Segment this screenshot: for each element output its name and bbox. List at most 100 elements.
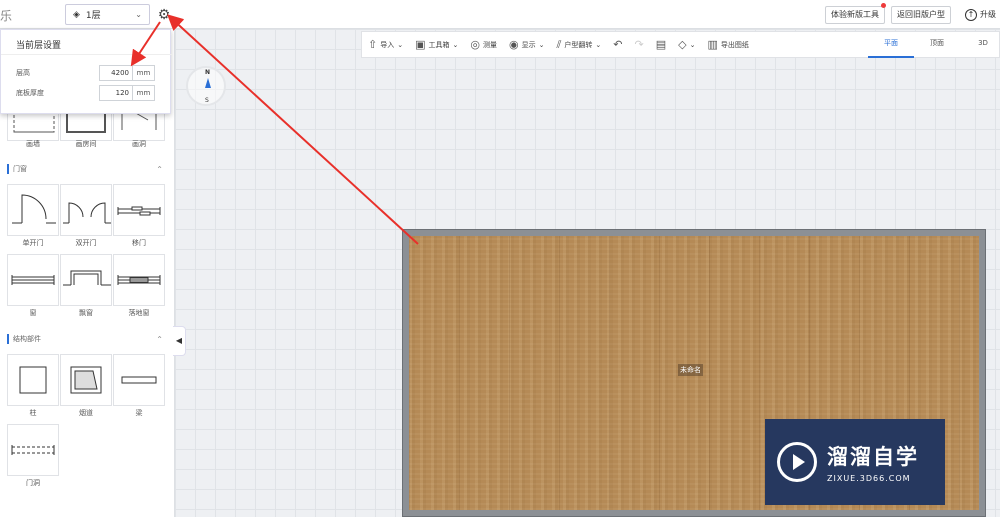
import-menu[interactable]: ⇧ 导入 ⌄ bbox=[362, 38, 409, 51]
watermark-en: ZIXUE.3D66.COM bbox=[827, 474, 911, 483]
upgrade-label: 升级 bbox=[980, 10, 996, 19]
notification-dot bbox=[881, 3, 886, 8]
view-tabs: 平面 顶面 3D bbox=[868, 31, 1000, 58]
double-door-tile[interactable] bbox=[60, 184, 112, 236]
watermark-cn: 溜溜自学 bbox=[827, 445, 919, 469]
floor-window-tile[interactable] bbox=[113, 254, 165, 306]
double-door-label: 双开门 bbox=[75, 239, 97, 247]
redo-icon: ↷ bbox=[634, 38, 644, 51]
floor-thickness-unit: mm bbox=[133, 85, 155, 101]
flue-icon bbox=[70, 366, 102, 394]
sliding-door-label: 移门 bbox=[132, 239, 146, 247]
back-old-button[interactable]: 返回旧版户型 bbox=[891, 6, 951, 24]
flip-label: 户型翻转 bbox=[564, 40, 593, 49]
floor-height-input[interactable]: 4200 bbox=[99, 65, 133, 81]
door-window-group-header[interactable]: 门窗 ⌃ bbox=[7, 164, 163, 174]
bay-window-tile[interactable] bbox=[60, 254, 112, 306]
toolbox-label: 工具箱 bbox=[428, 40, 450, 49]
draw-opening-label: 画洞 bbox=[132, 140, 146, 148]
chevron-down-icon: ⌄ bbox=[595, 40, 602, 49]
chevron-up-icon: ⌃ bbox=[156, 334, 163, 344]
upgrade-button[interactable]: ↑ 升级 bbox=[965, 6, 996, 24]
import-icon: ⇧ bbox=[368, 38, 378, 51]
chevron-down-icon: ⌄ bbox=[452, 40, 459, 49]
brand-text: 乐 bbox=[0, 9, 13, 23]
draw-wall-label: 画墙 bbox=[26, 140, 40, 148]
gear-icon[interactable]: ⚙ bbox=[154, 5, 174, 25]
eraser-icon: ◇ bbox=[678, 38, 687, 51]
toolbox-menu[interactable]: ▣ 工具箱 ⌄ bbox=[409, 38, 464, 51]
save-icon: ▤ bbox=[655, 38, 667, 51]
floor-thickness-row: 底板厚度 120 mm bbox=[16, 85, 161, 101]
play-logo-icon bbox=[777, 442, 817, 482]
chevron-down-icon: ⌄ bbox=[135, 10, 142, 19]
export-map-button[interactable]: ▥ 导出图纸 bbox=[701, 38, 754, 51]
window-label: 窗 bbox=[29, 309, 37, 317]
redo-button[interactable]: ↷ bbox=[628, 38, 649, 51]
flue-label: 烟道 bbox=[79, 409, 93, 417]
eraser-menu[interactable]: ◇ ⌄ bbox=[672, 38, 701, 51]
export-map-label: 导出图纸 bbox=[720, 40, 749, 49]
toolbox-icon: ▣ bbox=[415, 38, 426, 51]
eye-icon: ◉ bbox=[508, 38, 519, 51]
structure-title: 结构部件 bbox=[13, 335, 41, 343]
chevron-up-icon: ⌃ bbox=[156, 164, 163, 174]
floor-settings-popup: 当前层设置 层高 4200 mm 底板厚度 120 mm bbox=[0, 29, 172, 114]
watermark: 溜溜自学 ZIXUE.3D66.COM bbox=[765, 419, 945, 505]
floor-window-label: 落地窗 bbox=[128, 309, 150, 317]
undo-icon: ↶ bbox=[613, 38, 623, 51]
popup-title: 当前层设置 bbox=[16, 41, 62, 51]
collapse-sidebar-button[interactable]: ◀ bbox=[173, 326, 186, 356]
flip-icon: ⫽ bbox=[556, 37, 562, 51]
bay-window-icon bbox=[63, 270, 111, 286]
display-label: 显示 bbox=[521, 40, 536, 49]
single-door-icon bbox=[12, 194, 56, 224]
floor-select[interactable]: ◈ 1层 ⌄ bbox=[65, 4, 150, 25]
column-label: 柱 bbox=[29, 409, 37, 417]
display-menu[interactable]: ◉ 显示 ⌄ bbox=[503, 38, 550, 51]
save-button[interactable]: ▤ bbox=[650, 38, 672, 51]
flip-menu[interactable]: ⫽ 户型翻转 ⌄ bbox=[550, 38, 607, 52]
bay-window-label: 飘窗 bbox=[79, 309, 93, 317]
measure-icon: ◎ bbox=[470, 38, 480, 51]
measure-label: 测量 bbox=[482, 40, 497, 49]
floor-thickness-label: 底板厚度 bbox=[16, 89, 44, 97]
structure-group-header[interactable]: 结构部件 ⌃ bbox=[7, 334, 163, 344]
tab-ceiling[interactable]: 顶面 bbox=[914, 31, 960, 58]
floor-height-label: 层高 bbox=[16, 69, 30, 77]
chevron-down-icon: ⌄ bbox=[397, 40, 404, 49]
import-label: 导入 bbox=[380, 40, 395, 49]
flue-tile[interactable] bbox=[60, 354, 112, 406]
floor-window-icon bbox=[117, 275, 161, 285]
door-window-title: 门窗 bbox=[13, 165, 27, 173]
export-map-icon: ▥ bbox=[707, 38, 718, 51]
beam-label: 梁 bbox=[135, 409, 143, 417]
column-tile[interactable] bbox=[7, 354, 59, 406]
compass[interactable]: N S bbox=[186, 66, 226, 106]
door-opening-label: 门洞 bbox=[26, 479, 40, 487]
undo-button[interactable]: ↶ bbox=[607, 38, 628, 51]
compass-south: S bbox=[205, 97, 209, 104]
floor-height-row: 层高 4200 mm bbox=[16, 65, 161, 81]
try-new-tool-button[interactable]: 体验新版工具 bbox=[825, 6, 885, 24]
group-accent-bar bbox=[7, 334, 9, 344]
top-bar: 乐 ◈ 1层 ⌄ ⚙ 体验新版工具 返回旧版户型 ↑ 升级 bbox=[0, 0, 1000, 29]
compass-needle-icon bbox=[205, 78, 211, 88]
window-tile[interactable] bbox=[7, 254, 59, 306]
chevron-down-icon: ⌄ bbox=[538, 40, 545, 49]
floor-thickness-input[interactable]: 120 bbox=[99, 85, 133, 101]
beam-tile[interactable] bbox=[113, 354, 165, 406]
group-accent-bar bbox=[7, 164, 9, 174]
measure-button[interactable]: ◎ 测量 bbox=[464, 38, 503, 51]
tab-plan[interactable]: 平面 bbox=[868, 31, 914, 58]
draw-room-label: 画房间 bbox=[75, 140, 97, 148]
tab-3d[interactable]: 3D bbox=[960, 31, 1000, 58]
room-name-label[interactable]: 未命名 bbox=[678, 364, 703, 376]
floor-select-label: 1层 bbox=[85, 11, 101, 21]
door-opening-tile[interactable] bbox=[7, 424, 59, 476]
sliding-door-tile[interactable] bbox=[113, 184, 165, 236]
single-door-tile[interactable] bbox=[7, 184, 59, 236]
layers-icon: ◈ bbox=[73, 9, 80, 20]
divider bbox=[1, 54, 172, 55]
single-door-label: 单开门 bbox=[22, 239, 44, 247]
